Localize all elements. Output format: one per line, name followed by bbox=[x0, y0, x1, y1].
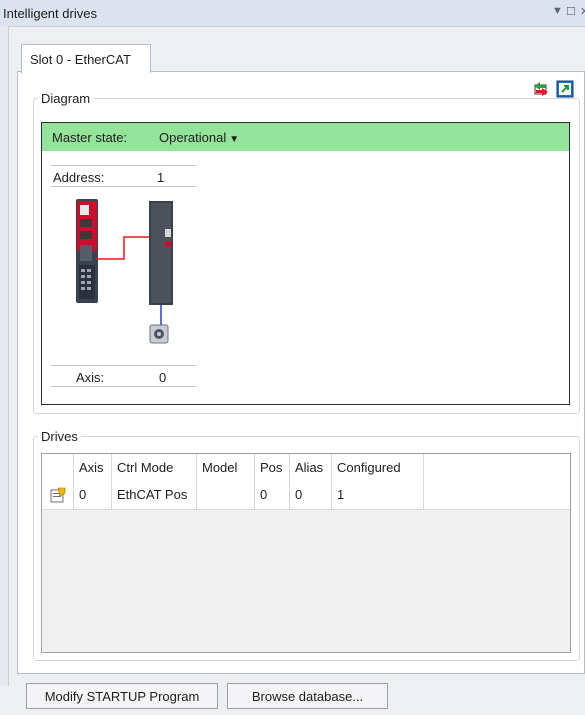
panel-left-border bbox=[0, 26, 9, 686]
divider bbox=[51, 165, 196, 166]
master-state-bar: Master state: Operational ▼ bbox=[42, 123, 569, 151]
cell-model bbox=[197, 481, 255, 509]
motor-icon[interactable] bbox=[149, 324, 169, 344]
drives-legend: Drives bbox=[41, 429, 78, 444]
close-icon[interactable]: ✕ bbox=[580, 5, 585, 18]
modify-startup-program-button[interactable]: Modify STARTUP Program bbox=[26, 683, 218, 709]
column-header-icon bbox=[42, 454, 74, 481]
drives-table[interactable]: Axis Ctrl Mode Model Pos Alias Configure… bbox=[41, 453, 571, 653]
axis-value: 0 bbox=[159, 370, 167, 385]
divider bbox=[51, 186, 196, 187]
dropdown-arrow-icon: ▼ bbox=[229, 134, 240, 145]
cell-pos: 0 bbox=[255, 481, 290, 509]
column-header-pos[interactable]: Pos bbox=[255, 454, 290, 481]
maximize-icon[interactable]: ☐ bbox=[566, 5, 576, 18]
drive-properties-icon[interactable] bbox=[42, 481, 74, 509]
column-header-ctrl-mode[interactable]: Ctrl Mode bbox=[112, 454, 197, 481]
column-header-alias[interactable]: Alias bbox=[290, 454, 332, 481]
diagram-canvas[interactable]: Master state: Operational ▼ Address: 1 A… bbox=[41, 122, 570, 405]
tab-label: Slot 0 - EtherCAT bbox=[30, 52, 131, 67]
dropdown-arrow-icon[interactable]: ▼ bbox=[552, 5, 563, 17]
address-label: Address: bbox=[53, 170, 105, 185]
cell-axis: 0 bbox=[74, 481, 112, 509]
axis-label: Axis: bbox=[76, 370, 105, 385]
divider bbox=[51, 365, 196, 366]
table-row[interactable]: 0 EthCAT Pos 0 0 1 bbox=[42, 481, 570, 510]
divider bbox=[51, 386, 196, 387]
panel-title-bar: Intelligent drives ▼ ☐ ✕ bbox=[0, 0, 585, 27]
cell-alias: 0 bbox=[290, 481, 332, 509]
column-header-configured[interactable]: Configured bbox=[332, 454, 424, 481]
panel-title: Intelligent drives bbox=[3, 6, 97, 21]
master-state-value: Operational bbox=[159, 130, 227, 145]
column-header-model[interactable]: Model bbox=[197, 454, 255, 481]
cell-ctrl-mode: EthCAT Pos bbox=[112, 481, 197, 509]
address-value: 1 bbox=[157, 170, 165, 185]
browse-database-button[interactable]: Browse database... bbox=[227, 683, 388, 709]
master-state-label: Master state: bbox=[52, 130, 128, 145]
table-header: Axis Ctrl Mode Model Pos Alias Configure… bbox=[42, 454, 570, 482]
diagram-legend: Diagram bbox=[41, 91, 91, 106]
master-state-dropdown[interactable]: Operational ▼ bbox=[159, 130, 239, 145]
column-header-axis[interactable]: Axis bbox=[74, 454, 112, 481]
tab-slot-0-ethercat[interactable]: Slot 0 - EtherCAT bbox=[21, 44, 151, 73]
cell-configured: 1 bbox=[332, 481, 424, 509]
motor-link-line bbox=[160, 305, 162, 325]
drive-device-icon[interactable] bbox=[146, 201, 178, 305]
